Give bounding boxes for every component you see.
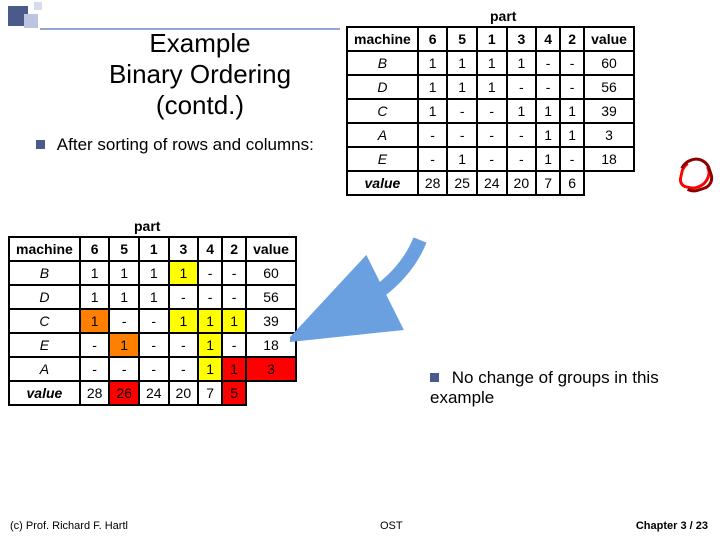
bullet-no-change: No change of groups in this example <box>430 368 700 408</box>
highlight-scribble <box>674 154 717 197</box>
footer-course: OST <box>380 520 403 532</box>
footer-page: Chapter 3 / 23 <box>636 520 708 532</box>
bullet-after-sorting: After sorting of rows and columns: <box>36 135 336 155</box>
bullet-after-text: After sorting of rows and columns: <box>57 135 314 154</box>
incidence-table-top: machine651342valueB1111--60D111---56C1--… <box>346 26 635 196</box>
part-label-mid: part <box>134 218 160 234</box>
part-label-top: part <box>490 8 516 24</box>
bullet-no-change-text: No change of groups in this example <box>430 368 659 407</box>
slide-title: ExampleBinary Ordering(contd.) <box>70 28 330 122</box>
incidence-table-bottom: machine651342valueB1111--60D111---56C1--… <box>8 236 297 406</box>
footer-copyright: (c) Prof. Richard F. Hartl <box>10 520 128 532</box>
arrow-annotation <box>290 230 430 360</box>
